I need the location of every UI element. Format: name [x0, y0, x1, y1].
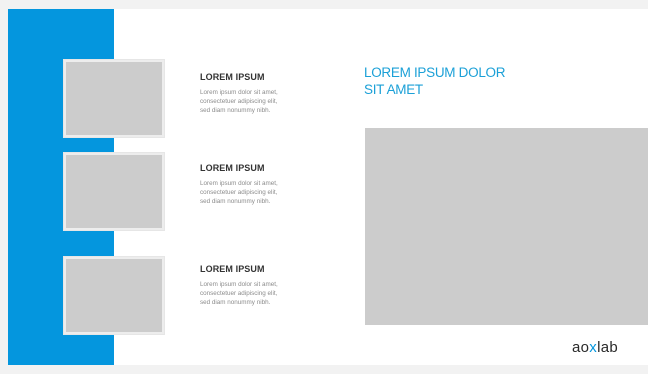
image-placeholder-3	[66, 259, 162, 332]
item-description: Lorem ipsum dolor sit amet, consectetuer…	[200, 179, 340, 206]
item-description: Lorem ipsum dolor sit amet, consectetuer…	[200, 280, 340, 307]
item-heading: LOREM IPSUM	[200, 163, 265, 173]
list-item: LOREM IPSUM Lorem ipsum dolor sit amet, …	[200, 263, 340, 307]
list-item: LOREM IPSUM Lorem ipsum dolor sit amet, …	[200, 162, 340, 206]
image-placeholder-1	[66, 62, 162, 135]
logo-text-x: x	[589, 339, 598, 356]
main-image-placeholder	[365, 128, 648, 325]
item-heading: LOREM IPSUM	[200, 264, 265, 274]
list-item: LOREM IPSUM Lorem ipsum dolor sit amet, …	[200, 71, 340, 115]
slide-title: LOREM IPSUM DOLOR SIT AMET	[364, 64, 505, 98]
image-placeholder-2	[66, 155, 162, 228]
item-heading: LOREM IPSUM	[200, 72, 265, 82]
slide-title-line: LOREM IPSUM DOLOR	[364, 65, 506, 80]
logo-text-lab: lab	[597, 339, 619, 356]
slide-canvas: LOREM IPSUM Lorem ipsum dolor sit amet, …	[8, 9, 648, 365]
item-description-line: consectetuer adipiscing elit,	[200, 98, 278, 105]
item-description-line: consectetuer adipiscing elit,	[200, 290, 278, 297]
item-description-line: consectetuer adipiscing elit,	[200, 189, 278, 196]
item-description-line: sed diam nonummy nibh.	[200, 107, 271, 114]
item-description-line: sed diam nonummy nibh.	[200, 198, 271, 205]
item-description-line: Lorem ipsum dolor sit amet,	[200, 89, 278, 96]
thumbnail-frame-1	[64, 60, 164, 137]
aoxlab-logo: aoxlab	[572, 339, 618, 356]
item-description-line: Lorem ipsum dolor sit amet,	[200, 180, 278, 187]
slide-title-line: SIT AMET	[364, 82, 423, 97]
item-description-line: sed diam nonummy nibh.	[200, 299, 271, 306]
item-description: Lorem ipsum dolor sit amet, consectetuer…	[200, 88, 340, 115]
thumbnail-frame-3	[64, 257, 164, 334]
thumbnail-frame-2	[64, 153, 164, 230]
item-description-line: Lorem ipsum dolor sit amet,	[200, 281, 278, 288]
logo-text-ao: ao	[572, 339, 590, 356]
